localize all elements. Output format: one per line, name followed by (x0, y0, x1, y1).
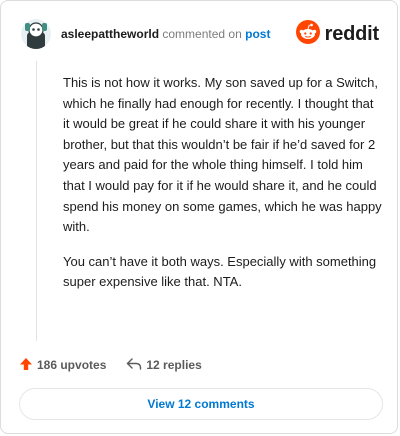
comment-paragraph: This is not how it works. My son saved u… (63, 75, 382, 235)
avatar[interactable] (21, 19, 51, 49)
post-link[interactable]: post (245, 27, 270, 41)
reply-count: 12 replies (146, 358, 202, 372)
comment-meta: asleepattheworld commented on post (61, 27, 270, 41)
reddit-wordmark: reddit (324, 22, 380, 45)
comment-actions: 186 upvotes 12 replies (19, 355, 202, 375)
upvote-count: 186 upvotes (37, 358, 107, 372)
thread-line (36, 61, 37, 341)
reddit-snoo-icon (295, 19, 320, 49)
reddit-logo[interactable]: reddit (295, 19, 380, 49)
comment-paragraph: You can’t have it both ways. Especially … (63, 253, 377, 290)
comment-body: This is not how it works. My son saved u… (63, 73, 383, 307)
upvote-button[interactable]: 186 upvotes (19, 357, 106, 374)
comment-card: asleepattheworld commented on post reddi… (0, 0, 398, 434)
comment-header: asleepattheworld commented on post reddi… (21, 19, 379, 49)
view-comments-button[interactable]: View 12 comments (19, 388, 383, 420)
reply-arrow-icon (126, 357, 142, 374)
commented-on-text: commented on (162, 27, 242, 41)
upvote-arrow-icon (19, 357, 33, 374)
username-link[interactable]: asleepattheworld (61, 27, 159, 41)
replies-button[interactable]: 12 replies (126, 357, 202, 374)
